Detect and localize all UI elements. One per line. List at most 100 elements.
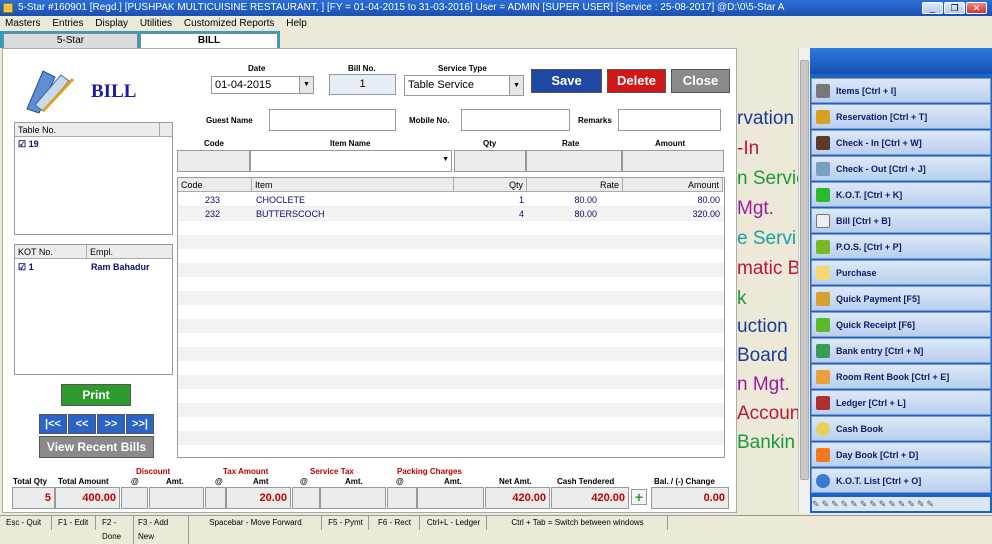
tab-5star[interactable]: 5-Star (3, 33, 138, 48)
sidebar-item-items[interactable]: Items [Ctrl + I] (811, 78, 991, 103)
kot-grid[interactable]: KOT No. Empl. ☑ 1 Ram Bahadur (14, 244, 173, 375)
kot-row[interactable]: ☑ 1 (18, 262, 34, 273)
entry-rate-input[interactable] (526, 150, 622, 172)
entry-item-label: Item Name (330, 139, 371, 148)
group-icon (816, 136, 830, 150)
maximize-button[interactable]: ❐ (944, 2, 965, 14)
packing-at-label: @ (396, 477, 404, 486)
sidebar-item-reservation[interactable]: Reservation [Ctrl + T] (811, 104, 991, 129)
close-button[interactable]: Close (671, 69, 730, 93)
table-row[interactable]: ☑ 19 (18, 139, 39, 150)
entry-qty-input[interactable] (454, 150, 526, 172)
print-button[interactable]: Print (61, 384, 131, 406)
row-rate: 80.00 (574, 195, 597, 205)
entry-code-input[interactable] (177, 150, 250, 172)
sidebar-item-quick-receipt[interactable]: Quick Receipt [F6] (811, 312, 991, 337)
sidebar-item-day-book[interactable]: Day Book [Ctrl + D] (811, 442, 991, 467)
sidebar-item-check-out[interactable]: Check - Out [Ctrl + J] (811, 156, 991, 181)
sidebar-item-bill[interactable]: Bill [Ctrl + B] (811, 208, 991, 233)
tax-percent-input[interactable] (205, 487, 226, 509)
vertical-scrollbar[interactable] (798, 48, 810, 513)
discount-at-label: @ (131, 477, 139, 486)
items-grid[interactable]: Code Item Qty Rate Amount 233 CHOCLETE 1… (177, 177, 725, 458)
menu-display[interactable]: Display (95, 18, 128, 29)
first-record-button[interactable]: |<< (39, 414, 67, 434)
date-field[interactable]: 01-04-2015 ▼ (211, 76, 314, 94)
table-row[interactable]: 232 BUTTERSCOCH 4 80.00 320.00 (178, 207, 724, 221)
prev-record-button[interactable]: << (68, 414, 96, 434)
sidebar-item-pos[interactable]: P.O.S. [Ctrl + P] (811, 234, 991, 259)
packing-amt-input[interactable] (417, 487, 484, 509)
minimize-button[interactable]: _ (922, 2, 943, 14)
sidebar-item-kot[interactable]: K.O.T. [Ctrl + K] (811, 182, 991, 207)
billno-field[interactable]: 1 (329, 74, 396, 95)
remarks-input[interactable] (618, 109, 721, 131)
add-icon[interactable]: + (631, 489, 647, 505)
globe-icon (816, 474, 830, 488)
sidebar-item-bank-entry[interactable]: Bank entry [Ctrl + N] (811, 338, 991, 363)
table-row[interactable]: 233 CHOCLETE 1 80.00 80.00 (178, 193, 724, 207)
sidebar-item-quick-payment[interactable]: Quick Payment [F5] (811, 286, 991, 311)
cash-tendered-input[interactable]: 420.00 (551, 487, 629, 509)
quick-icon-strip[interactable]: ✎✎✎✎✎✎✎✎✎✎✎✎✎ (812, 497, 990, 511)
tax-amt-field[interactable]: 20.00 (226, 487, 291, 509)
sidebar-item-label: Cash Book (836, 424, 884, 434)
bg-text: n Mgt. (737, 374, 790, 395)
tab-bill[interactable]: BILL (140, 33, 278, 48)
grid-header-filler (160, 123, 172, 137)
row-amount: 80.00 (697, 195, 720, 205)
status-item: F2 - Done (98, 516, 134, 544)
document-icon (816, 214, 830, 228)
discount-amt-input[interactable] (149, 487, 204, 509)
guest-name-input[interactable] (269, 109, 396, 131)
row-code: 232 (205, 209, 221, 219)
status-item: Esc - Quit (2, 516, 52, 530)
checkbox-icon[interactable]: ☑ (18, 139, 26, 149)
next-record-button[interactable]: >> (97, 414, 125, 434)
menu-customized-reports[interactable]: Customized Reports (184, 18, 275, 29)
ledger-book-icon (816, 396, 830, 410)
packing-percent-input[interactable] (387, 487, 417, 509)
home-icon (816, 370, 830, 384)
service-tax-amt-input[interactable] (320, 487, 386, 509)
status-item: Spacebar - Move Forward (190, 516, 322, 530)
view-recent-bills-button[interactable]: View Recent Bills (39, 436, 154, 458)
status-item: Ctrl + Tab = Switch between windows (488, 516, 668, 530)
sidebar-item-purchase[interactable]: Purchase (811, 260, 991, 285)
scrollbar-thumb[interactable] (800, 60, 809, 480)
menu-entries[interactable]: Entries (52, 18, 83, 29)
sidebar-item-cash-book[interactable]: Cash Book (811, 416, 991, 441)
packing-amt-label: Amt. (444, 477, 462, 486)
status-item: F3 - Add New (134, 516, 189, 544)
last-record-button[interactable]: >>| (126, 414, 154, 434)
empl-header: Empl. (87, 245, 172, 259)
chevron-down-icon[interactable]: ▼ (299, 77, 313, 93)
table-no-grid[interactable]: Table No. ☑ 19 (14, 122, 173, 235)
save-button[interactable]: Save (531, 69, 602, 93)
menu-utilities[interactable]: Utilities (140, 18, 172, 29)
sidebar-item-label: Bill [Ctrl + B] (836, 216, 891, 226)
sidebar-item-kot-list[interactable]: K.O.T. List [Ctrl + O] (811, 468, 991, 493)
sidebar-item-room-rent-book[interactable]: Room Rent Book [Ctrl + E] (811, 364, 991, 389)
delete-button[interactable]: Delete (607, 69, 666, 93)
sidebar-item-check-in[interactable]: Check - In [Ctrl + W] (811, 130, 991, 155)
entry-amount-input[interactable] (622, 150, 724, 172)
service-tax-label: Service Tax (310, 467, 354, 476)
sidebar-item-label: Ledger [Ctrl + L] (836, 398, 906, 408)
service-tax-percent-input[interactable] (292, 487, 320, 509)
menu-masters[interactable]: Masters (5, 18, 41, 29)
sidebar-item-label: Reservation [Ctrl + T] (836, 112, 928, 122)
checkbox-icon[interactable]: ☑ (18, 262, 26, 272)
sidebar-item-ledger[interactable]: Ledger [Ctrl + L] (811, 390, 991, 415)
mobile-input[interactable] (461, 109, 570, 131)
app-icon (3, 3, 13, 13)
close-window-button[interactable]: ✕ (966, 2, 987, 14)
discount-percent-input[interactable] (121, 487, 148, 509)
chevron-down-icon[interactable]: ▼ (442, 156, 449, 163)
service-type-select[interactable]: Table Service ▼ (404, 75, 524, 96)
chevron-down-icon[interactable]: ▼ (509, 76, 523, 95)
menu-help[interactable]: Help (286, 18, 307, 29)
billno-label: Bill No. (348, 64, 376, 73)
entry-item-select[interactable]: ▼ (250, 150, 452, 172)
page-title: BILL (91, 81, 137, 102)
